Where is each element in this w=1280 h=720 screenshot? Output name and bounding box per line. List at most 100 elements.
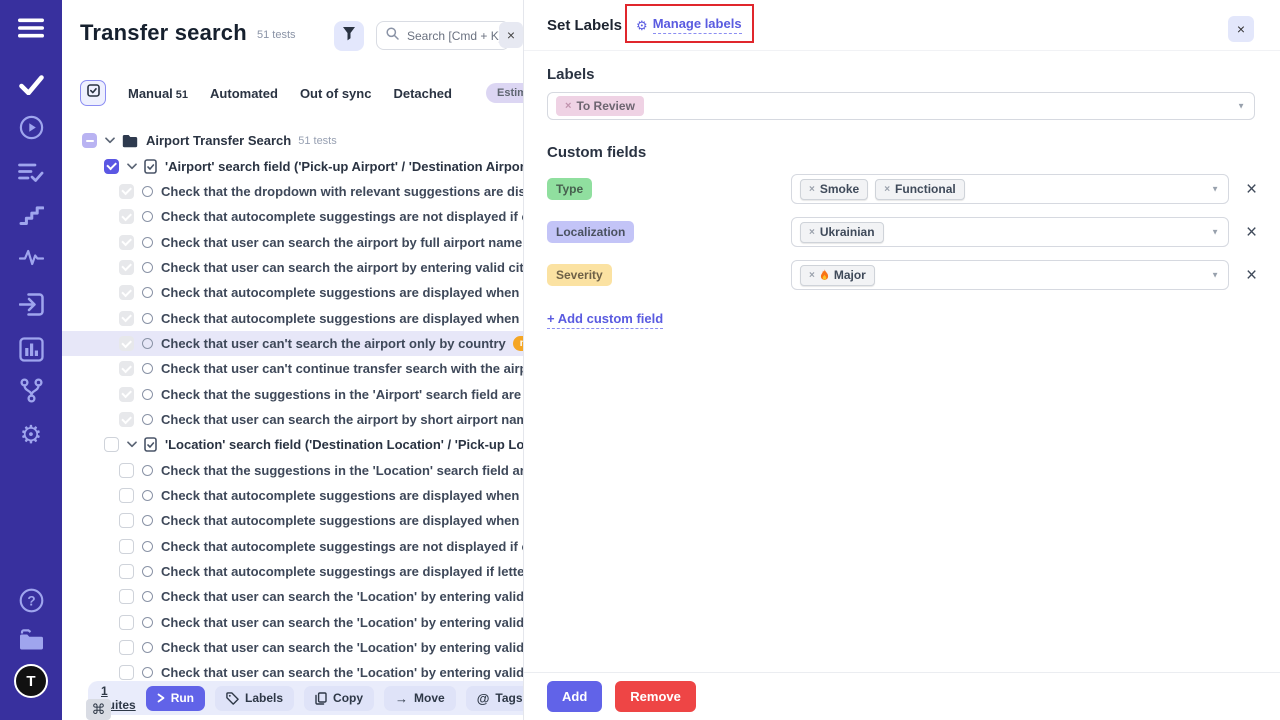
test-row[interactable]: Check that user can search the 'Location… <box>62 635 523 660</box>
chevron-down-icon[interactable] <box>127 441 137 448</box>
list-header: Transfer search 51 tests × <box>62 0 523 60</box>
test-row[interactable]: Check that user can't continue transfer … <box>62 356 523 381</box>
user-avatar[interactable]: T <box>14 664 48 698</box>
sidebar-item-settings[interactable]: ⚙ <box>0 423 62 448</box>
test-row[interactable]: Check that user can search the airport b… <box>62 407 523 432</box>
test-checkbox[interactable] <box>119 488 134 503</box>
test-checkbox[interactable] <box>119 311 134 326</box>
test-checkbox[interactable] <box>119 260 134 275</box>
test-checkbox[interactable] <box>119 589 134 604</box>
tab-out-of-sync[interactable]: Out of sync <box>300 86 372 101</box>
select-mode-button[interactable] <box>80 80 106 106</box>
test-checkbox[interactable] <box>119 513 134 528</box>
test-row[interactable]: Check that autocomplete suggestions are … <box>62 508 523 533</box>
value-tag[interactable]: ×Functional <box>875 179 965 200</box>
search-close-button[interactable]: × <box>499 22 523 48</box>
field-value-select[interactable]: ×Smoke×Functional▼ <box>791 174 1229 204</box>
sidebar-item-user-avatar[interactable]: T <box>0 664 62 698</box>
test-row[interactable]: Check that autocomplete suggestions are … <box>62 280 523 305</box>
sidebar-item-test-plans[interactable] <box>0 162 62 187</box>
test-row[interactable]: Check that user can search the airport b… <box>62 255 523 280</box>
test-row[interactable]: Check that user can search the 'Location… <box>62 584 523 609</box>
test-checkbox[interactable] <box>119 564 134 579</box>
test-checkbox[interactable] <box>119 184 134 199</box>
test-checkbox[interactable] <box>119 665 134 680</box>
sidebar-item-runs[interactable] <box>0 115 62 145</box>
test-checkbox[interactable] <box>119 285 134 300</box>
suite-checkbox[interactable] <box>104 437 119 452</box>
run-button[interactable]: Run <box>146 686 205 711</box>
suite-checkbox[interactable] <box>104 159 119 174</box>
test-row[interactable]: Check that autocomplete suggestions are … <box>62 483 523 508</box>
test-checkbox[interactable] <box>119 235 134 250</box>
sidebar-item-steps[interactable] <box>0 205 62 230</box>
value-tag[interactable]: ×Smoke <box>800 179 868 200</box>
test-row[interactable]: Check that autocomplete suggestings are … <box>62 534 523 559</box>
labels-select[interactable]: ×To Review ▼ <box>547 92 1255 120</box>
folder-checkbox[interactable] <box>82 133 97 148</box>
test-checkbox[interactable] <box>119 361 134 376</box>
add-custom-field-link[interactable]: + Add custom field <box>547 311 663 329</box>
tab-detached[interactable]: Detached <box>393 86 452 101</box>
test-row[interactable]: Check that user can't search the airport… <box>62 331 523 356</box>
remove-tag-icon[interactable]: × <box>809 227 815 238</box>
sidebar-item-menu[interactable] <box>0 18 62 43</box>
field-value-select[interactable]: ×Ukrainian▼ <box>791 217 1229 247</box>
test-checkbox[interactable] <box>119 539 134 554</box>
test-row[interactable]: Check that the dropdown with relevant su… <box>62 179 523 204</box>
sidebar-item-integrations[interactable] <box>0 378 62 408</box>
command-key-icon[interactable]: ⌘ <box>86 699 111 720</box>
tab-automated[interactable]: Automated <box>210 86 278 101</box>
test-checkbox[interactable] <box>119 463 134 478</box>
test-row[interactable]: Check that the suggestions in the 'Locat… <box>62 457 523 482</box>
value-tag[interactable]: ×Ukrainian <box>800 222 884 243</box>
filter-button[interactable] <box>334 21 364 51</box>
sidebar-item-projects[interactable] <box>0 629 62 656</box>
test-checkbox[interactable] <box>119 387 134 402</box>
remove-field-button[interactable]: × <box>1246 266 1257 285</box>
test-checkbox[interactable] <box>119 209 134 224</box>
test-row[interactable]: Check that autocomplete suggestions are … <box>62 305 523 330</box>
estimate-badge[interactable]: Estimate <box>486 83 523 103</box>
remove-tag-icon[interactable]: × <box>884 184 890 195</box>
sidebar-item-activity[interactable] <box>0 248 62 271</box>
chevron-down-icon[interactable] <box>127 163 137 170</box>
sidebar-item-help[interactable]: ? <box>0 588 62 618</box>
field-value-select[interactable]: ×Major▼ <box>791 260 1229 290</box>
test-row[interactable]: Check that autocomplete suggestings are … <box>62 559 523 584</box>
tree-folder-row[interactable]: Airport Transfer Search51 tests <box>62 128 523 153</box>
chevron-down-icon[interactable] <box>105 137 115 144</box>
labels-button[interactable]: Labels <box>215 686 294 711</box>
remove-field-button[interactable]: × <box>1246 223 1257 242</box>
remove-tag-icon[interactable]: × <box>565 100 571 112</box>
remove-tag-icon[interactable]: × <box>809 270 815 281</box>
sidebar-item-reports[interactable] <box>0 337 62 367</box>
test-row[interactable]: Check that autocomplete suggestings are … <box>62 204 523 229</box>
test-row[interactable]: Check that user can search the airport b… <box>62 229 523 254</box>
suite-row[interactable]: 'Location' search field ('Destination Lo… <box>62 432 523 457</box>
search-input[interactable] <box>405 28 509 44</box>
manage-labels-link[interactable]: ⚙ Manage labels <box>636 16 742 34</box>
test-checkbox[interactable] <box>119 412 134 427</box>
copy-button[interactable]: Copy <box>304 686 374 711</box>
test-row[interactable]: Check that user can search the 'Location… <box>62 610 523 635</box>
value-tag[interactable]: ×Major <box>800 265 875 286</box>
sidebar-item-tests[interactable] <box>0 75 62 100</box>
test-checkbox[interactable] <box>119 640 134 655</box>
panel-close-button[interactable]: × <box>1228 16 1254 42</box>
test-checkbox[interactable] <box>119 336 134 351</box>
move-button[interactable]: →Move <box>384 686 456 711</box>
test-checkbox[interactable] <box>119 615 134 630</box>
tab-manual[interactable]: Manual51 <box>128 86 188 101</box>
remove-field-button[interactable]: × <box>1246 180 1257 199</box>
search-icon <box>386 27 399 45</box>
label-tag[interactable]: ×To Review <box>556 96 644 116</box>
remove-tag-icon[interactable]: × <box>809 184 815 195</box>
remove-button[interactable]: Remove <box>615 681 696 712</box>
sidebar-item-import[interactable] <box>0 293 62 321</box>
tags-button[interactable]: @Tags <box>466 686 523 711</box>
add-button[interactable]: Add <box>547 681 602 712</box>
field-name-pill: Severity <box>547 264 612 286</box>
test-row[interactable]: Check that the suggestions in the 'Airpo… <box>62 381 523 406</box>
suite-row[interactable]: 'Airport' search field ('Pick-up Airport… <box>62 153 523 178</box>
